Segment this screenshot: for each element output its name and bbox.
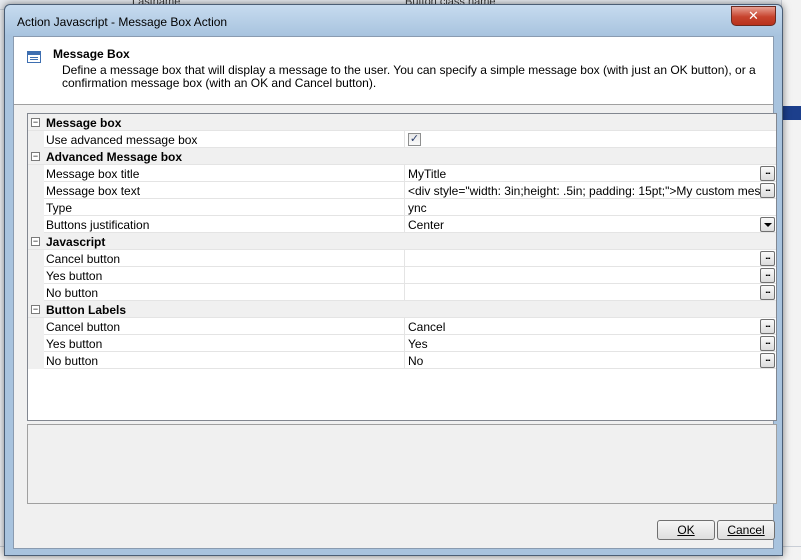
- row-gutter: [28, 335, 44, 352]
- property-name: Cancel button: [46, 320, 121, 334]
- property-row[interactable]: Yes button Yes...: [28, 335, 776, 352]
- background-selection-bar: [781, 106, 801, 120]
- property-value[interactable]: ync: [408, 201, 760, 215]
- property-row[interactable]: Message box text <div style="width: 3in;h…: [28, 182, 776, 199]
- property-row[interactable]: No button No...: [28, 352, 776, 369]
- chevron-down-icon[interactable]: [760, 217, 775, 232]
- dialog-header: Message Box Define a message box that wi…: [14, 37, 773, 105]
- background-right-panel: [781, 0, 801, 560]
- message-box-action-dialog: Action Javascript - Message Box Action ✕…: [4, 4, 783, 556]
- column-splitter[interactable]: [404, 352, 405, 369]
- property-row[interactable]: Buttons justification Center: [28, 216, 776, 233]
- row-gutter: [28, 216, 44, 233]
- ellipsis-button[interactable]: ...: [760, 166, 775, 181]
- category-label: Message box: [46, 116, 122, 130]
- property-name: Message box title: [46, 167, 140, 181]
- category-row[interactable]: − Button Labels: [28, 301, 776, 318]
- category-row[interactable]: − Javascript: [28, 233, 776, 250]
- category-label: Button Labels: [46, 303, 126, 317]
- property-value[interactable]: No: [408, 354, 760, 368]
- ellipsis-button[interactable]: ...: [760, 183, 775, 198]
- column-splitter[interactable]: [404, 335, 405, 352]
- dialog-titlebar[interactable]: Action Javascript - Message Box Action ✕: [5, 5, 782, 35]
- property-row[interactable]: Use advanced message box ✓: [28, 131, 776, 148]
- property-name: Yes button: [46, 337, 103, 351]
- header-description: Define a message box that will display a…: [62, 63, 756, 90]
- ellipsis-button[interactable]: ...: [760, 319, 775, 334]
- property-description-pane: [27, 424, 777, 504]
- collapse-icon[interactable]: −: [31, 305, 40, 314]
- category-label: Advanced Message box: [46, 150, 183, 164]
- collapse-icon[interactable]: −: [31, 237, 40, 246]
- row-gutter: [28, 250, 44, 267]
- property-row[interactable]: Yes button...: [28, 267, 776, 284]
- ellipsis-button[interactable]: ...: [760, 353, 775, 368]
- property-value[interactable]: <div style="width: 3in;height: .5in; pad…: [408, 184, 760, 198]
- ellipsis-button[interactable]: ...: [760, 268, 775, 283]
- row-gutter: [28, 284, 44, 301]
- property-value[interactable]: MyTitle: [408, 167, 760, 181]
- property-grid[interactable]: − Message box Use advanced message box ✓ − Ad…: [27, 113, 777, 421]
- column-splitter[interactable]: [404, 318, 405, 335]
- header-title: Message Box: [53, 47, 130, 61]
- column-splitter[interactable]: [404, 250, 405, 267]
- column-splitter[interactable]: [404, 216, 405, 233]
- category-row[interactable]: − Advanced Message box: [28, 148, 776, 165]
- row-gutter: [28, 131, 44, 148]
- row-gutter: [28, 267, 44, 284]
- property-name: Message box text: [46, 184, 141, 198]
- ellipsis-button[interactable]: ...: [760, 285, 775, 300]
- column-splitter[interactable]: [404, 165, 405, 182]
- category-label: Javascript: [46, 235, 106, 249]
- dialog-title: Action Javascript - Message Box Action: [17, 15, 228, 29]
- category-row[interactable]: − Message box: [28, 114, 776, 131]
- property-row[interactable]: Type ync: [28, 199, 776, 216]
- dialog-client-area: Message Box Define a message box that wi…: [13, 36, 777, 549]
- property-name: Type: [46, 201, 73, 215]
- cancel-button[interactable]: Cancel: [717, 520, 775, 540]
- collapse-icon[interactable]: −: [31, 152, 40, 161]
- property-name: Cancel button: [46, 252, 121, 266]
- property-value[interactable]: Yes: [408, 337, 760, 351]
- column-splitter[interactable]: [404, 131, 405, 148]
- property-row[interactable]: No button...: [28, 284, 776, 301]
- column-splitter[interactable]: [404, 199, 405, 216]
- ellipsis-button[interactable]: ...: [760, 336, 775, 351]
- row-gutter: [28, 199, 44, 216]
- property-row[interactable]: Message box title MyTitle...: [28, 165, 776, 182]
- row-gutter: [28, 318, 44, 335]
- property-row[interactable]: Cancel button...: [28, 250, 776, 267]
- use-advanced-checkbox[interactable]: ✓: [408, 133, 421, 146]
- row-gutter: [28, 352, 44, 369]
- message-box-icon: [27, 51, 41, 63]
- column-splitter[interactable]: [404, 182, 405, 199]
- ok-button[interactable]: OK: [657, 520, 715, 540]
- property-name: Yes button: [46, 269, 103, 283]
- property-value[interactable]: Cancel: [408, 320, 760, 334]
- property-name: No button: [46, 286, 99, 300]
- row-gutter: [28, 165, 44, 182]
- property-name: No button: [46, 354, 99, 368]
- column-splitter[interactable]: [404, 267, 405, 284]
- property-value[interactable]: Center: [408, 218, 760, 232]
- ellipsis-button[interactable]: ...: [760, 251, 775, 266]
- close-icon: ✕: [748, 8, 759, 23]
- property-name: Use advanced message box: [46, 133, 198, 147]
- row-gutter: [28, 182, 44, 199]
- close-button[interactable]: ✕: [731, 6, 776, 26]
- property-row[interactable]: Cancel button Cancel...: [28, 318, 776, 335]
- collapse-icon[interactable]: −: [31, 118, 40, 127]
- property-name: Buttons justification: [46, 218, 150, 232]
- column-splitter[interactable]: [404, 284, 405, 301]
